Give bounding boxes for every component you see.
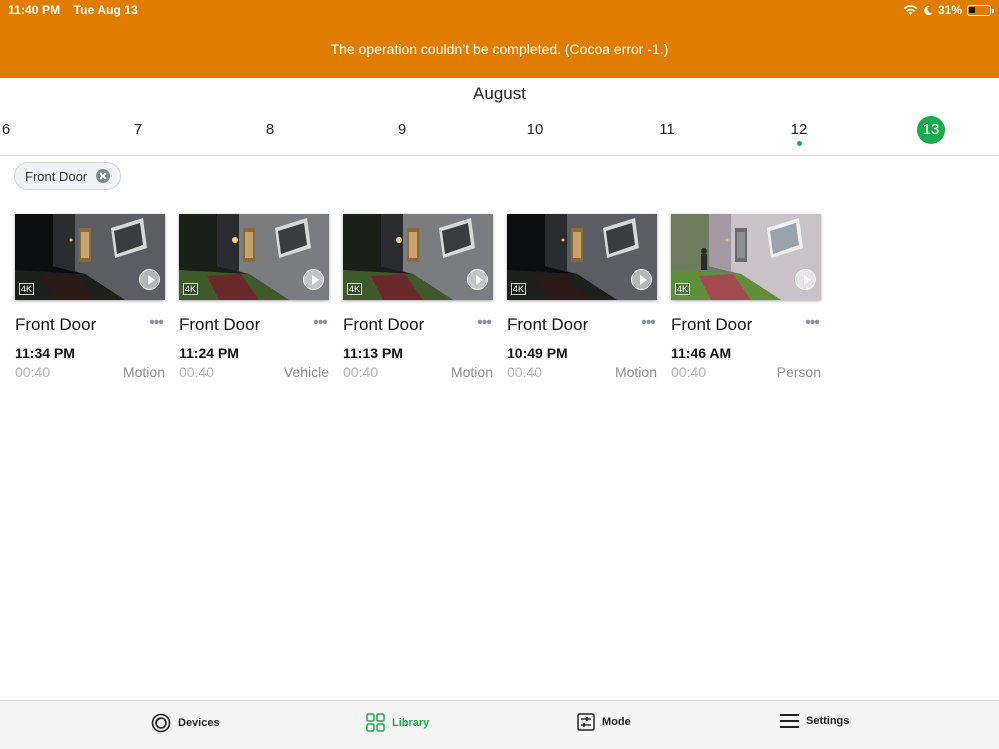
filter-chip-front-door[interactable]: Front Door xyxy=(14,162,122,190)
clip-time: 11:34 PM xyxy=(15,345,75,361)
clip-duration: 00:40 xyxy=(343,364,379,380)
tab-settings-label: Settings xyxy=(806,715,850,727)
clip-thumbnail[interactable]: 4K xyxy=(671,214,821,300)
more-options-icon[interactable]: ••• xyxy=(311,314,329,332)
more-options-icon[interactable]: ••• xyxy=(639,314,657,332)
sliders-icon xyxy=(577,713,595,731)
clip-duration: 00:40 xyxy=(15,364,51,380)
play-icon[interactable] xyxy=(303,269,324,290)
moon-icon xyxy=(924,5,933,15)
clip-event-type: Person xyxy=(776,364,821,380)
date-6[interactable]: 6 xyxy=(0,112,24,148)
status-bar-right: 31% xyxy=(903,3,994,17)
battery-icon xyxy=(967,4,994,16)
status-bar-left: 11:40 PM Tue Aug 13 xyxy=(8,3,148,17)
clip-event-type: Motion xyxy=(450,364,493,380)
more-options-icon[interactable]: ••• xyxy=(147,314,165,332)
play-icon[interactable] xyxy=(795,269,816,290)
tab-devices[interactable]: Devices xyxy=(151,713,220,733)
date-10[interactable]: 10 xyxy=(517,112,553,148)
event-dot xyxy=(796,141,802,146)
date-strip[interactable]: 6 7 8 9 10 11 12 13 xyxy=(0,112,999,152)
tab-library-label: Library xyxy=(392,716,430,729)
clip-duration: 00:40 xyxy=(507,364,543,380)
filter-chip-label: Front Door xyxy=(25,168,88,184)
clip-card[interactable]: 4K Front Door ••• 11:46 AM 00:40 Person xyxy=(671,214,821,380)
play-icon[interactable] xyxy=(631,269,652,290)
menu-icon xyxy=(780,714,799,728)
clip-event-type: Vehicle xyxy=(283,364,329,380)
resolution-badge: 4K xyxy=(347,283,363,295)
tab-mode[interactable]: Mode xyxy=(577,713,631,731)
wifi-icon xyxy=(903,4,918,15)
status-time: 11:40 PM xyxy=(8,3,61,17)
clip-card[interactable]: 4K Front Door ••• 11:34 PM 00:40 Motion xyxy=(15,214,165,380)
resolution-badge: 4K xyxy=(675,283,691,295)
resolution-badge: 4K xyxy=(19,283,35,295)
clip-thumbnail[interactable]: 4K xyxy=(179,214,329,300)
play-icon[interactable] xyxy=(467,269,488,290)
battery-percent: 31% xyxy=(937,3,962,17)
camera-icon xyxy=(151,713,171,733)
clip-time: 11:13 PM xyxy=(343,345,403,361)
clip-event-type: Motion xyxy=(122,364,165,380)
clip-card[interactable]: 4K Front Door ••• 10:49 PM 00:40 Motion xyxy=(507,214,657,380)
tab-settings[interactable]: Settings xyxy=(780,713,849,729)
date-13[interactable]: 13 xyxy=(917,116,945,144)
clip-camera-name: Front Door xyxy=(343,315,425,334)
tab-devices-label: Devices xyxy=(178,717,220,729)
status-date: Tue Aug 13 xyxy=(73,3,138,17)
error-banner: 11:40 PM Tue Aug 13 31% The operation co… xyxy=(0,0,999,78)
clip-duration: 00:40 xyxy=(671,364,707,380)
divider xyxy=(0,155,999,156)
clip-thumbnail[interactable]: 4K xyxy=(15,214,165,300)
resolution-badge: 4K xyxy=(511,283,527,295)
clip-event-type: Motion xyxy=(614,364,657,380)
clip-camera-name: Front Door xyxy=(671,315,753,334)
clip-camera-name: Front Door xyxy=(507,315,589,334)
resolution-badge: 4K xyxy=(183,283,199,295)
close-icon[interactable] xyxy=(96,169,111,183)
clip-card[interactable]: 4K Front Door ••• 11:24 PM 00:40 Vehicle xyxy=(179,214,329,380)
date-7[interactable]: 7 xyxy=(120,112,156,148)
more-options-icon[interactable]: ••• xyxy=(475,314,493,332)
clip-card[interactable]: 4K Front Door ••• 11:13 PM 00:40 Motion xyxy=(343,214,493,380)
tab-mode-label: Mode xyxy=(602,716,631,728)
date-9[interactable]: 9 xyxy=(384,112,420,148)
clip-duration: 00:40 xyxy=(179,364,215,380)
date-8[interactable]: 8 xyxy=(252,112,288,148)
clip-camera-name: Front Door xyxy=(179,315,261,334)
date-11[interactable]: 11 xyxy=(649,112,685,148)
clip-time: 11:46 AM xyxy=(671,345,732,361)
clip-camera-name: Front Door xyxy=(15,315,97,334)
clip-time: 11:24 PM xyxy=(179,345,239,361)
clip-time: 10:49 PM xyxy=(507,345,568,361)
month-label: August xyxy=(473,84,526,103)
clip-thumbnail[interactable]: 4K xyxy=(343,214,493,300)
play-icon[interactable] xyxy=(139,269,160,290)
clip-thumbnail[interactable]: 4K xyxy=(507,214,657,300)
error-message: The operation couldn’t be completed. (Co… xyxy=(330,41,669,57)
tab-bar: Devices Library Mode Settings xyxy=(0,700,999,749)
grid-icon xyxy=(366,713,385,732)
more-options-icon[interactable]: ••• xyxy=(803,314,821,332)
tab-library[interactable]: Library xyxy=(366,713,429,732)
